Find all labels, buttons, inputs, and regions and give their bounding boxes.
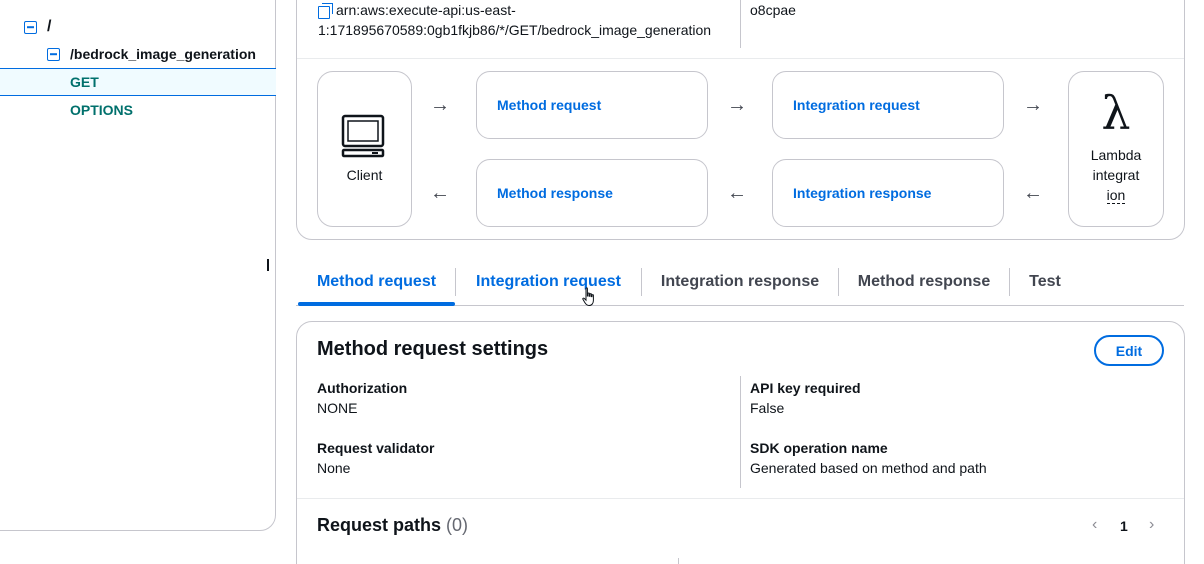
sdk-operation-name-value: Generated based on method and path <box>750 460 987 476</box>
edit-button[interactable]: Edit <box>1094 335 1164 366</box>
tree-item-bedrock-image-generation[interactable]: /bedrock_image_generation <box>47 46 256 62</box>
section-divider <box>297 498 1184 499</box>
tab-test[interactable]: Test <box>1010 262 1080 302</box>
copy-icon[interactable] <box>318 3 333 19</box>
tab-integration-response[interactable]: Integration response <box>642 262 838 302</box>
arrow-left-icon: ← <box>430 182 450 204</box>
chevron-left-icon[interactable]: ‹ <box>1092 516 1097 534</box>
sdk-operation-name-label: SDK operation name <box>750 440 888 456</box>
chevron-right-icon[interactable]: › <box>1149 516 1154 534</box>
authorization-value: NONE <box>317 400 358 416</box>
request-paths-heading: Request paths (0) <box>317 515 468 536</box>
column-divider <box>740 376 741 488</box>
tree-resource-label: /bedrock_image_generation <box>70 46 256 62</box>
tab-method-response[interactable]: Method response <box>839 262 1009 302</box>
api-key-required-value: False <box>750 400 785 416</box>
flow-integration-request[interactable]: Integration request <box>772 71 1004 139</box>
arrow-right-icon: → <box>1023 94 1043 116</box>
request-paths-title: Request paths <box>317 515 442 535</box>
tree-root-label: / <box>47 18 52 35</box>
api-key-required-label: API key required <box>750 380 861 396</box>
arn-line-2: 1:171895670589:0gb1fkjb86/*/GET/bedrock_… <box>318 22 712 38</box>
method-tabs: Method request Integration request Integ… <box>296 262 1184 306</box>
tree-method-get[interactable]: GET <box>0 68 276 96</box>
request-validator-value: None <box>317 460 351 476</box>
flow-integration-response[interactable]: Integration response <box>772 159 1004 227</box>
lambda-integration-label: Lambda integrat ion <box>1068 145 1164 205</box>
tree-item-root[interactable]: / <box>24 18 51 36</box>
settings-title: Method request settings <box>317 338 549 360</box>
pointer-cursor-icon <box>582 287 594 307</box>
client-label: Client <box>346 167 383 183</box>
arrow-left-icon: ← <box>727 182 747 204</box>
arrow-right-icon: → <box>727 94 747 116</box>
collapse-icon[interactable] <box>47 47 60 61</box>
arrow-left-icon: ← <box>1023 182 1043 204</box>
lambda-label-line-2: integrat <box>1092 167 1140 183</box>
lambda-icon: λ <box>1101 86 1131 140</box>
client-box <box>317 71 412 227</box>
current-page-number[interactable]: 1 <box>1120 518 1128 534</box>
monitor-icon <box>341 114 385 158</box>
tab-integration-request[interactable]: Integration request <box>456 262 641 302</box>
request-validator-label: Request validator <box>317 440 435 456</box>
flow-method-response[interactable]: Method response <box>476 159 708 227</box>
collapse-icon[interactable] <box>24 20 37 34</box>
lambda-label-line-3: ion <box>1106 187 1126 204</box>
request-paths-count: (0) <box>446 515 469 535</box>
authorization-label: Authorization <box>317 380 408 396</box>
flow-method-request[interactable]: Method request <box>476 71 708 139</box>
table-column-divider <box>678 558 679 564</box>
tree-method-options[interactable]: OPTIONS <box>0 96 276 124</box>
arrow-right-icon: → <box>430 94 450 116</box>
section-divider <box>297 58 1184 59</box>
method-arn: arn:aws:execute-api:us-east- 1:171895670… <box>318 0 738 40</box>
active-tab-indicator <box>298 302 455 306</box>
column-divider <box>740 0 741 48</box>
resource-id: o8cpae <box>750 2 796 18</box>
tab-method-request[interactable]: Method request <box>298 262 455 302</box>
arn-line-1: arn:aws:execute-api:us-east- <box>336 2 516 18</box>
panel-resize-handle[interactable] <box>267 259 269 271</box>
lambda-label-line-1: Lambda <box>1090 147 1142 163</box>
